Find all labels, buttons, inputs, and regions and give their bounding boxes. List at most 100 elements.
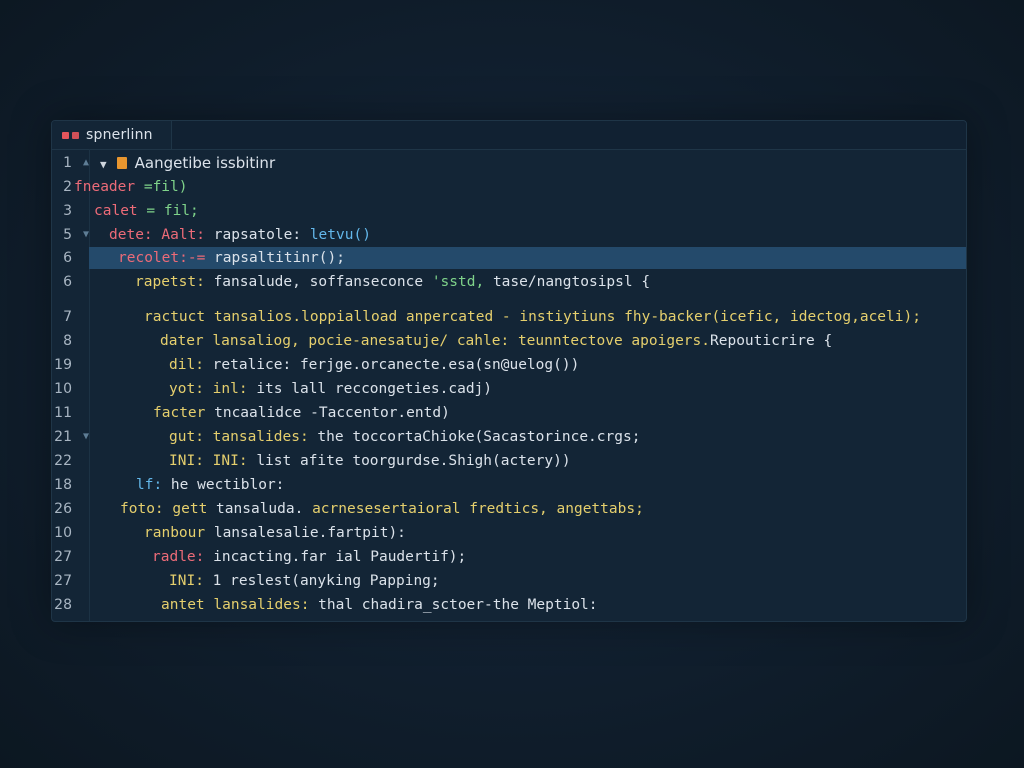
code-token: its lall reccongeties.cadj) [256, 381, 493, 397]
code-token: 1 reslest(anyking Papping; [212, 573, 440, 589]
code-line-highlighted[interactable]: 6 recolet:-= rapsaltitinr(); [52, 247, 966, 269]
code-token: facter [153, 405, 215, 421]
code-text: lf: he wectiblor: [136, 474, 284, 496]
code-token: gut: [169, 429, 213, 445]
code-token: tansaluda. [216, 501, 313, 517]
code-token: acrnesesertaioral fredtics, angettabs; [312, 501, 644, 517]
code-token: lf: [136, 477, 171, 493]
fold-down-icon[interactable]: ▼ [83, 224, 89, 246]
fold-up-icon[interactable]: ▲ [83, 152, 89, 174]
code-token: tansalios.loppialload anpercated - insti… [213, 309, 921, 325]
code-token: radle: [152, 549, 214, 565]
file-type-icon [72, 131, 79, 139]
code-token: lansaliog, pocie-anesatuje/ cahle: [212, 333, 518, 349]
code-text: radle: incacting.far ial Paudertif); [152, 546, 466, 568]
code-token: foto: [120, 501, 173, 517]
code-text: rapetst: fansalude, soffanseconce 'sstd,… [135, 271, 650, 293]
line-number: 22 [54, 453, 72, 469]
code-text: ranbour lansalesalie.fartpit): [144, 522, 406, 544]
code-text: dater lansaliog, pocie-anesatuje/ cahle:… [160, 330, 832, 352]
code-token: Repouticrire { [710, 333, 833, 349]
line-number: 6 [63, 274, 72, 290]
code-token: recolet:-= [118, 250, 215, 266]
code-token: dete: [109, 227, 162, 243]
code-token: dater [160, 333, 213, 349]
code-line[interactable]: 5 ▼ dete: Aalt: rapsatole: letvu() [52, 224, 966, 246]
code-token: rapsaltitinr(); [214, 250, 345, 266]
code-token: = fil; [146, 203, 199, 219]
line-number: 10 [54, 525, 72, 541]
code-token: INI: [212, 453, 257, 469]
code-text: facter tncaalidce -Taccentor.entd) [153, 402, 450, 424]
code-text: fneader =fil) [74, 176, 188, 198]
code-token: Aangetibe issbitinr [134, 154, 276, 172]
line-number: 19 [54, 357, 72, 373]
code-text: recolet:-= rapsaltitinr(); [118, 247, 345, 269]
code-token: calet [94, 203, 147, 219]
code-text: INI: 1 reslest(anyking Papping; [169, 570, 440, 592]
line-number: 7 [63, 309, 72, 325]
code-token: antet [161, 597, 214, 613]
line-number: 10 [54, 381, 72, 397]
folder-icon [116, 157, 127, 169]
line-number: 2 [63, 179, 72, 195]
code-line[interactable]: 3 calet = fil; [52, 200, 966, 222]
code-token: fneader [74, 179, 144, 195]
line-number: 28 [54, 597, 72, 613]
line-number: 5 [63, 227, 72, 243]
code-text: foto: gett tansaluda. acrnesesertaioral … [120, 498, 644, 520]
code-token: letvu() [309, 227, 371, 243]
code-line[interactable]: 7 ractuct tansalios.loppialload anpercate… [52, 306, 966, 328]
code-line[interactable]: 27 INI: 1 reslest(anyking Papping; [52, 570, 966, 592]
code-token: rapetst: [135, 274, 214, 290]
code-token: ranbour [144, 525, 214, 541]
code-line[interactable]: 11 facter tncaalidce -Taccentor.entd) [52, 402, 966, 424]
code-line[interactable]: 22 INI: INI: list afite toorgurdse.Shigh(… [52, 450, 966, 472]
code-line[interactable]: 18 lf: he wectiblor: [52, 474, 966, 496]
code-line[interactable]: 6 rapetst: fansalude, soffanseconce 'sstd… [52, 271, 966, 293]
tab-label: spnerlinn [86, 127, 153, 143]
line-number: 21 [54, 429, 72, 445]
code-token: retalice: ferjge.orcanecte.esa(sn@uelog(… [212, 357, 580, 373]
fold-down-icon[interactable]: ▼ [83, 426, 89, 448]
code-token: teunntectove apoigers. [517, 333, 710, 349]
code-token: gett [172, 501, 217, 517]
code-token: 'sstd, [431, 274, 493, 290]
code-text: dil: retalice: ferjge.orcanecte.esa(sn@u… [169, 354, 579, 376]
code-token: inl: [212, 381, 257, 397]
code-line[interactable]: 28 antet lansalides: thal chadira_sctoer-… [52, 594, 966, 616]
code-area[interactable]: 1 ▲ ▼ Aangetibe issbitinr 2 fneader =fil) 3 cal… [52, 149, 966, 621]
code-line[interactable]: 19 dil: retalice: ferjge.orcanecte.esa(sn… [52, 354, 966, 376]
code-token: list afite toorgurdse.Shigh(actery)) [256, 453, 571, 469]
tab-spnerlinn[interactable]: spnerlinn [52, 121, 172, 149]
code-line[interactable]: 21 ▼ gut: tansalides: the toccortaChioke(S… [52, 426, 966, 448]
code-token: tansalides: [212, 429, 318, 445]
line-number: 27 [54, 573, 72, 589]
line-number: 8 [63, 333, 72, 349]
code-line[interactable]: 27 radle: incacting.far ial Paudertif); [52, 546, 966, 568]
code-line[interactable]: 10 yot: inl: its lall reccongeties.cadj) [52, 378, 966, 400]
code-token: ractuct [144, 309, 214, 325]
code-token: INI: [169, 573, 213, 589]
code-token: fansalude, soffanseconce [213, 274, 432, 290]
code-line[interactable]: 2 fneader =fil) [52, 176, 966, 198]
line-number: 11 [54, 405, 72, 421]
code-token: lansalesalie.fartpit): [213, 525, 406, 541]
code-line[interactable]: 10 ranbour lansalesalie.fartpit): [52, 522, 966, 544]
code-line[interactable]: 8 dater lansaliog, pocie-anesatuje/ cahle… [52, 330, 966, 352]
code-editor-window: spnerlinn 1 ▲ ▼ Aangetibe issbitinr 2 fneader… [51, 120, 967, 622]
code-text: yot: inl: its lall reccongeties.cadj) [169, 378, 492, 400]
code-text: ▼ Aangetibe issbitinr [100, 152, 275, 176]
code-line[interactable]: 1 ▲ ▼ Aangetibe issbitinr [52, 152, 966, 174]
code-line[interactable]: 26 foto: gett tansaluda. acrnesesertaiora… [52, 498, 966, 520]
code-text: INI: INI: list afite toorgurdse.Shigh(ac… [169, 450, 571, 472]
code-text: dete: Aalt: rapsatole: letvu() [109, 224, 371, 246]
line-number: 27 [54, 549, 72, 565]
tab-bar: spnerlinn [52, 121, 966, 150]
expand-triangle-icon[interactable]: ▼ [100, 158, 107, 171]
line-number: 6 [63, 250, 72, 266]
code-text: antet lansalides: thal chadira_sctoer-th… [161, 594, 598, 616]
code-token: he wectiblor: [170, 477, 285, 493]
code-token: tncaalidce -Taccentor.entd) [214, 405, 450, 421]
code-text: gut: tansalides: the toccortaChioke(Saca… [169, 426, 640, 448]
